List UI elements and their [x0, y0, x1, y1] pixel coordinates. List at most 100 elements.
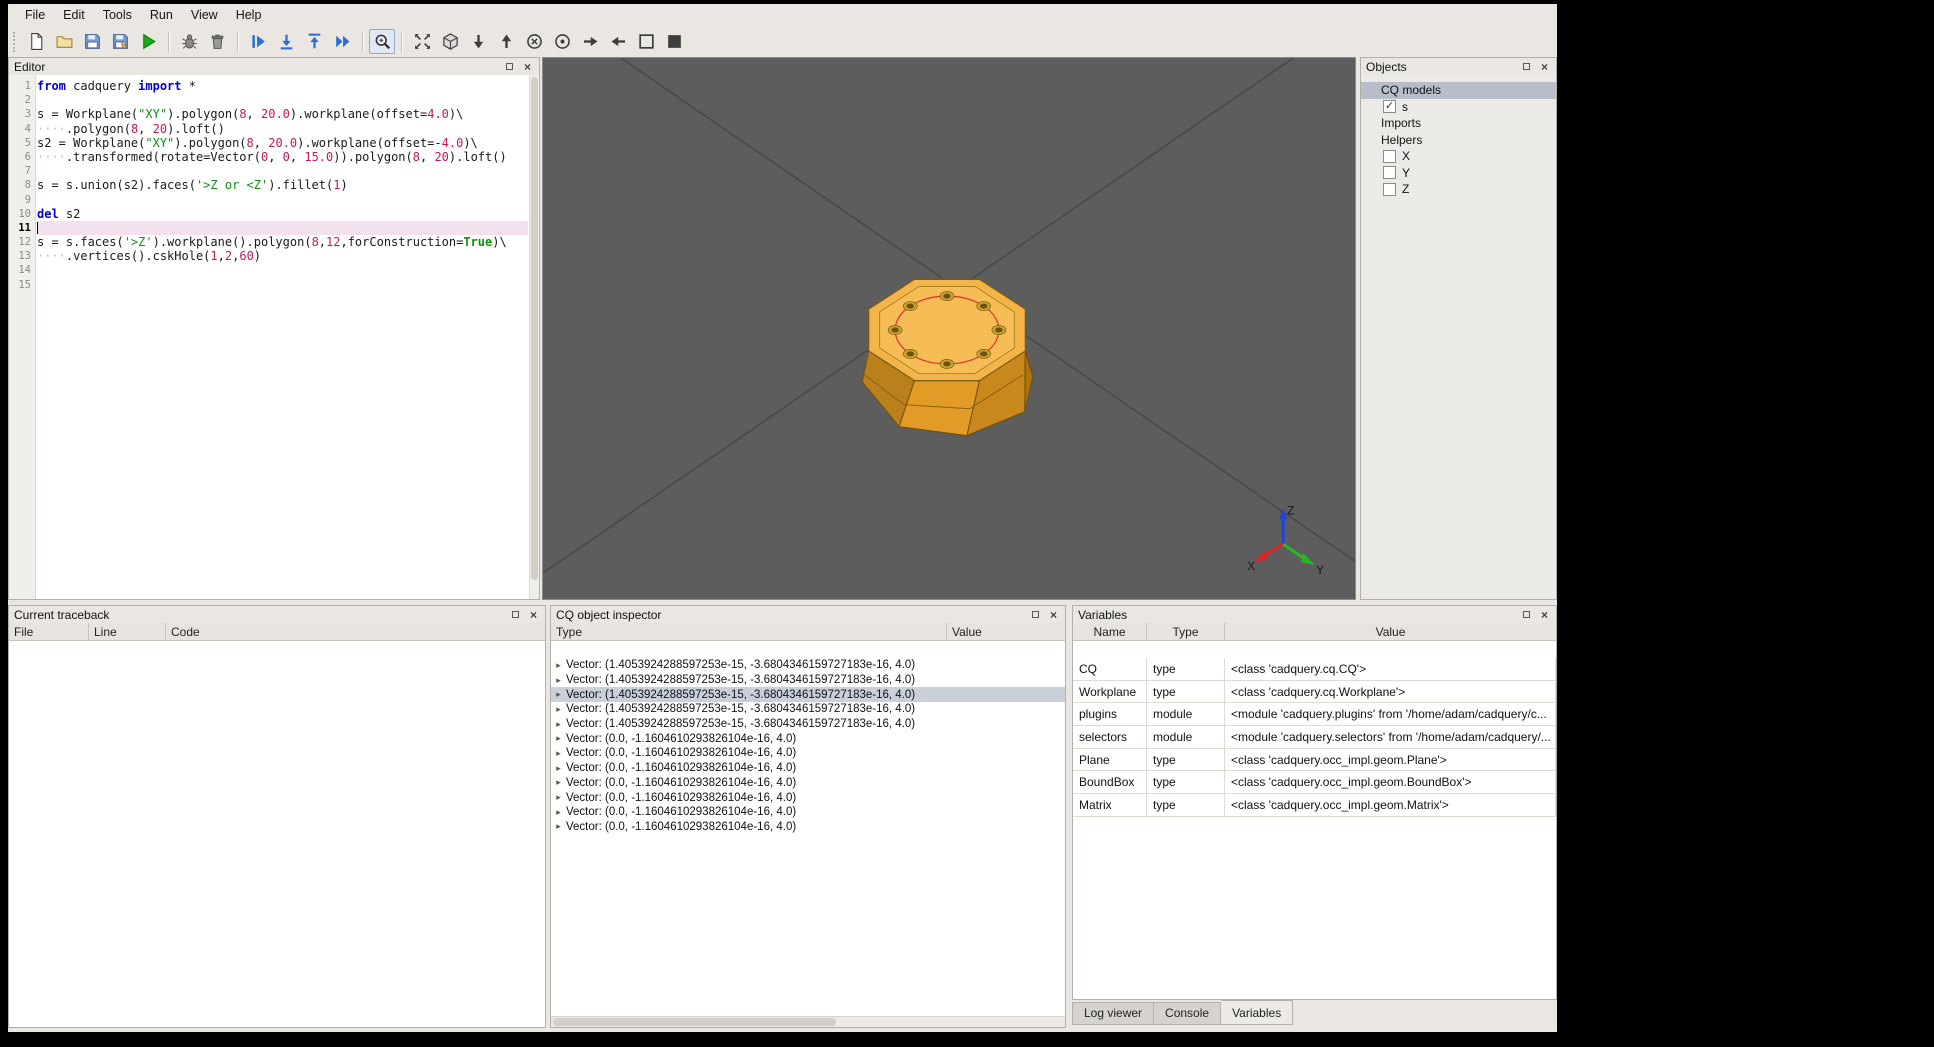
variable-row[interactable]: selectors module <module 'cadquery.selecto…	[1073, 726, 1556, 749]
save-button[interactable]	[78, 29, 106, 55]
open-button[interactable]	[50, 29, 78, 55]
inspector-panel-titlebar[interactable]: CQ object inspector ×	[551, 606, 1065, 623]
menu-view[interactable]: View	[182, 6, 227, 24]
variable-row[interactable]: BoundBox type <class 'cadquery.occ_impl.ge…	[1073, 771, 1556, 795]
variables-close-button[interactable]: ×	[1538, 608, 1551, 621]
inspector-row[interactable]: ▸ Vector: (1.4053924288597253e-15, -3.680…	[551, 673, 1065, 688]
variables-panel-titlebar[interactable]: Variables ×	[1073, 606, 1556, 623]
step-return-button[interactable]	[300, 29, 328, 55]
render-button[interactable]	[134, 29, 162, 55]
objects-close-button[interactable]: ×	[1538, 60, 1551, 73]
editor-vertical-scrollbar[interactable]	[529, 75, 539, 599]
column-header[interactable]: File	[9, 623, 89, 640]
view-bottom-button[interactable]	[492, 29, 520, 55]
objects-panel-titlebar[interactable]: Objects ×	[1361, 58, 1556, 75]
tree-item-helper-x[interactable]: X	[1361, 148, 1556, 165]
iso-view-button[interactable]	[436, 29, 464, 55]
tree-item-cq-models[interactable]: CQ models	[1361, 82, 1556, 99]
inspector-row[interactable]: ▸ Vector: (1.4053924288597253e-15, -3.680…	[551, 702, 1065, 717]
expand-arrow-icon[interactable]: ▸	[551, 689, 566, 700]
editor-float-button[interactable]	[503, 60, 516, 73]
debug-button[interactable]	[175, 29, 203, 55]
view-top-button[interactable]	[464, 29, 492, 55]
tab-console[interactable]: Console	[1154, 1002, 1222, 1025]
viewport-3d[interactable]: X Y Z	[542, 57, 1356, 600]
column-header[interactable]: Code	[166, 623, 545, 640]
expand-arrow-icon[interactable]: ▸	[551, 675, 566, 686]
code-editor[interactable]: from cadquery import * s = Workplane("XY"…	[37, 79, 528, 292]
column-header[interactable]: Value	[1225, 623, 1556, 640]
variable-row[interactable]: Workplane type <class 'cadquery.cq.Workpla…	[1073, 680, 1556, 704]
tab-variables[interactable]: Variables	[1221, 1000, 1294, 1025]
column-header[interactable]: Value	[947, 623, 1065, 640]
inspector-row[interactable]: ▸ Vector: (1.4053924288597253e-15, -3.680…	[551, 717, 1065, 732]
inspector-horizontal-scrollbar[interactable]	[551, 1016, 1065, 1027]
step-button[interactable]	[244, 29, 272, 55]
scrollbar-thumb[interactable]	[553, 1018, 836, 1026]
fit-view-button[interactable]	[408, 29, 436, 55]
view-right-button[interactable]	[576, 29, 604, 55]
variable-row[interactable]: Matrix type <class 'cadquery.occ_impl.geom…	[1073, 794, 1556, 817]
variable-row[interactable]: Plane type <class 'cadquery.occ_impl.geom.…	[1073, 748, 1556, 772]
expand-arrow-icon[interactable]: ▸	[551, 763, 566, 774]
menu-run[interactable]: Run	[141, 6, 182, 24]
toolbar-drag-handle[interactable]	[13, 31, 18, 52]
expand-arrow-icon[interactable]: ▸	[551, 748, 566, 759]
wireframe-button[interactable]	[632, 29, 660, 55]
inspector-row[interactable]: ▸ Vector: (1.4053924288597253e-15, -3.680…	[551, 687, 1065, 703]
helper-checkbox[interactable]	[1383, 166, 1396, 180]
tab-log-viewer[interactable]: Log viewer	[1072, 1002, 1155, 1025]
tree-item-imports[interactable]: Imports	[1361, 115, 1556, 132]
delete-button[interactable]	[203, 29, 231, 55]
variable-row[interactable]: plugins module <module 'cadquery.plugins' …	[1073, 703, 1556, 727]
tree-item-model[interactable]: ✓ s	[1361, 99, 1556, 116]
inspector-row[interactable]: ▸ Vector: (0.0, -1.1604610293826104e-16, …	[551, 731, 1065, 746]
expand-arrow-icon[interactable]: ▸	[551, 660, 566, 671]
helper-checkbox[interactable]	[1383, 149, 1396, 163]
traceback-panel-titlebar[interactable]: Current traceback ×	[9, 606, 545, 623]
view-back-button[interactable]	[520, 29, 548, 55]
objects-float-button[interactable]	[1520, 60, 1533, 73]
inspector-row[interactable]: ▸ Vector: (0.0, -1.1604610293826104e-16, …	[551, 761, 1065, 776]
scrollbar-thumb[interactable]	[531, 77, 538, 581]
view-front-button[interactable]	[548, 29, 576, 55]
expand-arrow-icon[interactable]: ▸	[551, 807, 566, 818]
inspector-row[interactable]: ▸ Vector: (0.0, -1.1604610293826104e-16, …	[551, 820, 1065, 835]
tree-item-helper-z[interactable]: Z	[1361, 181, 1556, 198]
editor-close-button[interactable]: ×	[521, 60, 534, 73]
tree-item-helper-y[interactable]: Y	[1361, 165, 1556, 182]
menu-edit[interactable]: Edit	[54, 6, 94, 24]
continue-button[interactable]	[328, 29, 356, 55]
zoom-button[interactable]	[369, 29, 395, 54]
view-left-button[interactable]	[604, 29, 632, 55]
variable-row[interactable]: CQ type <class 'cadquery.cq.CQ'>	[1073, 658, 1556, 681]
traceback-float-button[interactable]	[509, 608, 522, 621]
menu-help[interactable]: Help	[227, 6, 271, 24]
helper-checkbox[interactable]	[1383, 182, 1396, 196]
column-header[interactable]: Name	[1073, 623, 1147, 640]
inspector-float-button[interactable]	[1029, 608, 1042, 621]
expand-arrow-icon[interactable]: ▸	[551, 821, 566, 832]
inspector-row[interactable]: ▸ Vector: (0.0, -1.1604610293826104e-16, …	[551, 805, 1065, 820]
inspector-row[interactable]: ▸ Vector: (0.0, -1.1604610293826104e-16, …	[551, 776, 1065, 791]
inspector-close-button[interactable]: ×	[1047, 608, 1060, 621]
shaded-button[interactable]	[660, 29, 688, 55]
column-header[interactable]: Type	[551, 623, 947, 640]
inspector-row[interactable]: ▸ Vector: (1.4053924288597253e-15, -3.680…	[551, 658, 1065, 673]
expand-arrow-icon[interactable]: ▸	[551, 719, 566, 730]
expand-arrow-icon[interactable]: ▸	[551, 704, 566, 715]
save-as-button[interactable]	[106, 29, 134, 55]
new-file-button[interactable]	[22, 29, 50, 55]
column-header[interactable]: Type	[1147, 623, 1225, 640]
editor-panel-titlebar[interactable]: Editor ×	[9, 58, 539, 75]
expand-arrow-icon[interactable]: ▸	[551, 792, 566, 803]
expand-arrow-icon[interactable]: ▸	[551, 733, 566, 744]
model-checkbox[interactable]: ✓	[1383, 100, 1396, 114]
inspector-row[interactable]: ▸ Vector: (0.0, -1.1604610293826104e-16, …	[551, 790, 1065, 805]
column-header[interactable]: Line	[89, 623, 166, 640]
tree-item-helpers[interactable]: Helpers	[1361, 132, 1556, 149]
variables-float-button[interactable]	[1520, 608, 1533, 621]
menu-file[interactable]: File	[16, 6, 54, 24]
step-into-button[interactable]	[272, 29, 300, 55]
menu-tools[interactable]: Tools	[94, 6, 141, 24]
